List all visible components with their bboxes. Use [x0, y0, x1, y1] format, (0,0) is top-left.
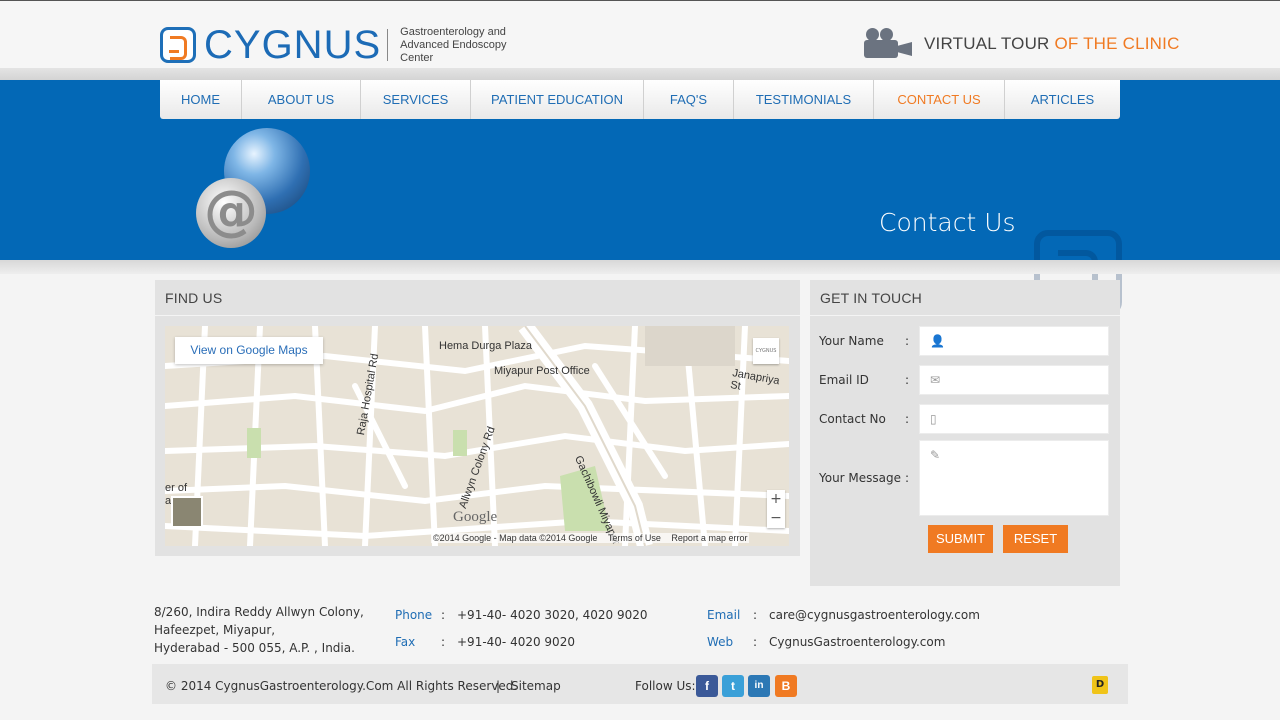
virtual-tour-label: VIRTUAL TOUR OF THE CLINIC [924, 34, 1180, 54]
email-info-label: Email [707, 608, 741, 622]
submit-button[interactable]: SUBMIT [928, 525, 993, 553]
report-map-error-link[interactable]: Report a map error [671, 533, 747, 543]
nav-item-faqs[interactable]: FAQ'S [644, 80, 734, 119]
mail-icon: ✉ [930, 373, 941, 387]
contact-info: 8/260, Indira Reddy Allwyn Colony, Hafee… [154, 603, 1128, 657]
phone-label: Phone [395, 608, 433, 622]
virtual-tour-prefix: VIRTUAL TOUR [924, 34, 1050, 53]
name-label: Your Name [819, 334, 884, 348]
view-on-google-maps-button[interactable]: View on Google Maps [175, 337, 323, 364]
footer-bar: © 2014 CygnusGastroenterology.Com All Ri… [152, 664, 1128, 704]
email-link[interactable]: care@cygnusgastroenterology.com [769, 608, 980, 622]
banner-shadow [0, 260, 1280, 274]
nav-item-contact-us[interactable]: CONTACT US [874, 80, 1005, 119]
user-icon: 👤 [930, 334, 945, 348]
web-info: Web : CygnusGastroenterology.com [707, 635, 945, 649]
find-us-heading: FIND US [155, 280, 800, 316]
facebook-icon[interactable]: f [696, 675, 718, 697]
site-header: CYGNUS Gastroenterology and Advanced End… [0, 1, 1280, 71]
map-place-label: Hema Durga Plaza [439, 340, 532, 352]
nav-item-patient-education[interactable]: PATIENT EDUCATION [471, 80, 644, 119]
header-band [0, 68, 1280, 80]
colon: : [753, 608, 758, 622]
phone-info: Phone : +91-40- 4020 3020, 4020 9020 [395, 608, 647, 622]
virtual-tour-link[interactable]: VIRTUAL TOUR OF THE CLINIC [862, 27, 1180, 61]
footer-separator: | [496, 679, 501, 693]
address: 8/260, Indira Reddy Allwyn Colony, Hafee… [154, 603, 364, 657]
video-camera-icon [862, 28, 914, 60]
colon: : [441, 635, 446, 649]
fax-value: +91-40- 4020 9020 [457, 635, 575, 649]
email-info: Email : care@cygnusgastroenterology.com [707, 608, 980, 622]
map-copyright: ©2014 Google - Map data ©2014 Google [433, 533, 598, 543]
map-attribution: ©2014 Google - Map data ©2014 Google Ter… [431, 533, 750, 543]
linkedin-icon[interactable]: in [748, 675, 770, 697]
copyright-text: © 2014 CygnusGastroenterology.Com All Ri… [165, 679, 518, 693]
map-corner-marker: CYGNUS [753, 338, 779, 364]
message-row: Your Message : ✎ [819, 440, 1109, 516]
tagline-line-2: Advanced Endoscopy Center [400, 38, 507, 64]
brand-name: CYGNUS [204, 23, 382, 67]
phone-icon: ▯ [930, 412, 937, 426]
nav-item-testimonials[interactable]: TESTIMONIALS [734, 80, 874, 119]
brand-logo[interactable]: CYGNUS Gastroenterology and Advanced End… [160, 23, 530, 67]
address-line-2: Hafeezpet, Miyapur, [154, 623, 276, 637]
email-label: Email ID [819, 373, 869, 387]
blogger-icon[interactable]: B [775, 675, 797, 697]
virtual-tour-suffix: OF THE CLINIC [1054, 34, 1180, 53]
page-title: Contact Us [879, 208, 1016, 237]
zoom-in-button[interactable]: + [767, 490, 785, 509]
find-us-panel: FIND US View on Google Maps Hema Durga P… [155, 280, 800, 556]
map-place-label: er of [165, 482, 188, 494]
developer-logo-icon[interactable]: D [1092, 676, 1108, 694]
nav-item-about-us[interactable]: ABOUT US [242, 80, 361, 119]
colon: : [905, 471, 910, 485]
address-line-3: Hyderabad - 500 055, A.P. , India. [154, 641, 355, 655]
brand-tagline: Gastroenterology and Advanced Endoscopy … [400, 26, 530, 65]
nav-item-articles[interactable]: ARTICLES [1005, 80, 1120, 119]
contact-label: Contact No [819, 412, 886, 426]
sitemap-link[interactable]: Sitemap [511, 679, 561, 693]
message-textarea[interactable]: ✎ [919, 440, 1109, 516]
contact-input[interactable]: ▯ [919, 404, 1109, 434]
email-row: Email ID : ✉ [819, 365, 1109, 395]
globe-email-icon: @ [196, 128, 314, 252]
logo-divider [387, 29, 389, 61]
colon: : [441, 608, 446, 622]
google-logo: Google [453, 509, 498, 525]
message-label: Your Message [819, 471, 902, 485]
tagline-line-1: Gastroenterology and [400, 25, 506, 38]
web-link[interactable]: CygnusGastroenterology.com [769, 635, 945, 649]
follow-us-label: Follow Us: [635, 679, 696, 693]
zoom-out-button[interactable]: − [767, 509, 785, 528]
fax-info: Fax : +91-40- 4020 9020 [395, 635, 575, 649]
get-in-touch-panel: GET IN TOUCH Your Name : 👤 Email ID : ✉ … [810, 280, 1120, 586]
colon: : [905, 373, 910, 387]
map-place-label: Miyapur Post Office [494, 365, 590, 377]
address-line-1: 8/260, Indira Reddy Allwyn Colony, [154, 605, 364, 619]
main-nav: HOME ABOUT US SERVICES PATIENT EDUCATION… [160, 80, 1120, 119]
pen-icon: ✎ [930, 448, 941, 462]
reset-button[interactable]: RESET [1003, 525, 1068, 553]
twitter-icon[interactable]: t [722, 675, 744, 697]
phone-value: +91-40- 4020 3020, 4020 9020 [457, 608, 648, 622]
colon: : [905, 334, 910, 348]
name-row: Your Name : 👤 [819, 326, 1109, 356]
terms-of-use-link[interactable]: Terms of Use [608, 533, 661, 543]
logo-mark-icon [160, 27, 196, 63]
get-in-touch-heading: GET IN TOUCH [810, 280, 1120, 316]
satellite-toggle[interactable] [171, 496, 203, 528]
email-input[interactable]: ✉ [919, 365, 1109, 395]
map-zoom-control: + − [767, 490, 785, 528]
colon: : [905, 412, 910, 426]
web-label: Web [707, 635, 734, 649]
contact-row: Contact No : ▯ [819, 404, 1109, 434]
colon: : [753, 635, 758, 649]
nav-item-home[interactable]: HOME [160, 80, 242, 119]
name-input[interactable]: 👤 [919, 326, 1109, 356]
fax-label: Fax [395, 635, 416, 649]
nav-item-services[interactable]: SERVICES [361, 80, 471, 119]
google-map[interactable]: View on Google Maps Hema Durga Plaza Miy… [165, 326, 789, 546]
